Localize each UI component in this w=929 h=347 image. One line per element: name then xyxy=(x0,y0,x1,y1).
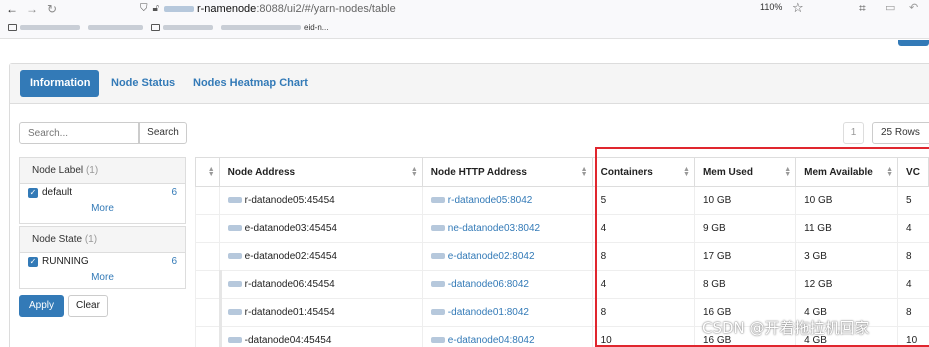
table-header-row: ▲ ▼ Node Address ▲ ▼ Node HTTP Address ▲ ▼ Co… xyxy=(195,157,929,187)
page-number[interactable]: 1 xyxy=(843,122,864,144)
sort-icon: ▲ ▼ xyxy=(784,166,792,178)
node-http-link[interactable]: -datanode06:8042 xyxy=(421,270,593,299)
redacted-host xyxy=(163,5,194,12)
mem-used-cell: 9 GB xyxy=(693,214,796,243)
node-http-link[interactable]: -datanode01:8042 xyxy=(421,298,593,327)
search-input[interactable] xyxy=(19,122,139,144)
apply-button[interactable]: Apply xyxy=(19,295,64,317)
extension-icon[interactable]: ⌗ xyxy=(859,1,866,16)
node-address: r-datanode06:45454 xyxy=(218,270,423,299)
back-icon[interactable]: ← xyxy=(2,2,22,16)
vcores-cell: 8 xyxy=(897,298,929,327)
table-row: r-datanode05:45454 r-datanode05:8042 5 1… xyxy=(195,186,929,215)
facet-title: Node Label (1) xyxy=(20,158,185,184)
forward-icon[interactable]: → xyxy=(22,2,42,16)
bookmark-label: eid-n... xyxy=(304,23,329,32)
sort-icon: ▲ ▼ xyxy=(580,166,588,178)
folder-icon xyxy=(151,24,160,31)
search-button[interactable]: Search xyxy=(139,122,187,144)
column-header-select[interactable]: ▲ ▼ xyxy=(195,157,220,187)
tab-information[interactable]: Information xyxy=(20,70,99,97)
node-http-link[interactable]: e-datanode04:8042 xyxy=(421,326,593,347)
containers-cell: 8 xyxy=(591,242,695,271)
mem-used-cell: 8 GB xyxy=(693,270,796,299)
csdn-watermark: CSDN @开着拖拉机回家 xyxy=(702,319,870,337)
sort-icon: ▲ ▼ xyxy=(683,166,690,178)
node-http-link[interactable]: e-datanode02:8042 xyxy=(421,242,593,271)
node-address: r-datanode05:45454 xyxy=(218,186,423,215)
column-header-containers[interactable]: Containers ▲ ▼ xyxy=(591,157,695,187)
facet-count: 6 xyxy=(171,256,177,267)
vcores-cell: 8 xyxy=(897,242,929,271)
facet-node-state: Node State (1) ✓ RUNNING 6 More xyxy=(19,226,186,289)
column-header-mem-available[interactable]: Mem Available ▲ ▼ xyxy=(795,157,899,187)
url-host: r-namenode xyxy=(196,2,257,15)
tab-node-status[interactable]: Node Status xyxy=(101,70,185,97)
address-bar[interactable]: ⛉ 🔓︎ r-namenode :8088/ui2/#/yarn-nodes/t… xyxy=(140,0,396,17)
vcores-cell: 4 xyxy=(897,214,929,243)
sort-icon: ▲ ▼ xyxy=(410,166,418,178)
mem-used-cell: 10 GB xyxy=(693,186,796,215)
more-link[interactable]: More xyxy=(20,271,185,287)
shield-icon: ⛉ xyxy=(140,3,148,14)
checkbox-checked-icon[interactable]: ✓ xyxy=(28,257,38,267)
checkbox-checked-icon[interactable]: ✓ xyxy=(28,188,38,198)
more-link[interactable]: More xyxy=(20,202,185,218)
sort-icon: ▲ ▼ xyxy=(886,166,894,178)
mem-available-cell: 12 GB xyxy=(795,270,898,299)
column-header-node-http-address[interactable]: Node HTTP Address ▲ ▼ xyxy=(421,157,593,187)
mem-available-cell: 10 GB xyxy=(795,186,898,215)
rows-per-page-select[interactable]: 25 Rows xyxy=(872,122,929,144)
tab-nodes-heatmap[interactable]: Nodes Heatmap Chart xyxy=(183,70,318,97)
node-address: e-datanode02:45454 xyxy=(218,242,423,271)
bookmark-item[interactable] xyxy=(8,24,80,31)
column-header-node-address[interactable]: Node Address ▲ ▼ xyxy=(218,157,423,187)
url-path: :8088/ui2/#/yarn-nodes/table xyxy=(256,2,396,15)
zoom-level[interactable]: 110% xyxy=(760,2,782,12)
facet-node-label: Node Label (1) ✓ default 6 More xyxy=(19,157,186,224)
vcores-cell: 10 xyxy=(897,326,929,347)
column-header-vcores[interactable]: VC xyxy=(897,157,929,187)
panel-header: Information Node Status Nodes Heatmap Ch… xyxy=(10,64,929,104)
vcores-cell: 4 xyxy=(897,270,929,299)
containers-cell: 10 xyxy=(591,326,695,347)
containers-cell: 4 xyxy=(591,270,695,299)
folder-icon xyxy=(8,24,17,31)
extension-icon-2[interactable]: ▭ xyxy=(885,1,895,14)
table-row: e-datanode03:45454 ne-datanode03:8042 4 … xyxy=(195,214,929,243)
containers-cell: 4 xyxy=(591,214,695,243)
bookmark-item[interactable] xyxy=(88,25,143,30)
vcores-cell: 5 xyxy=(897,186,929,215)
node-address: -datanode04:45454 xyxy=(218,326,423,347)
bookmark-item[interactable]: eid-n... xyxy=(221,23,328,32)
containers-cell: 5 xyxy=(591,186,695,215)
column-header-mem-used[interactable]: Mem Used ▲ ▼ xyxy=(693,157,797,187)
facet-option-default[interactable]: ✓ default 6 xyxy=(20,184,185,202)
bookmark-star-icon[interactable]: ☆ xyxy=(792,0,804,16)
bookmark-item[interactable] xyxy=(151,24,213,31)
node-http-link[interactable]: r-datanode05:8042 xyxy=(421,186,593,215)
bookmarks-bar: eid-n... xyxy=(0,17,929,39)
mem-available-cell: 3 GB xyxy=(795,242,898,271)
scroll-gutter xyxy=(219,270,222,347)
node-address: r-datanode01:45454 xyxy=(218,298,423,327)
node-http-link[interactable]: ne-datanode03:8042 xyxy=(421,214,593,243)
facet-title: Node State (1) xyxy=(20,227,185,253)
header-button-edge[interactable] xyxy=(898,40,929,46)
containers-cell: 8 xyxy=(591,298,695,327)
table-row: r-datanode06:45454 -datanode06:8042 4 8 … xyxy=(195,270,929,299)
node-address: e-datanode03:45454 xyxy=(218,214,423,243)
mem-used-cell: 17 GB xyxy=(693,242,796,271)
undo-icon[interactable]: ↶ xyxy=(909,1,918,14)
reload-icon[interactable]: ↻ xyxy=(42,2,62,16)
table-row: e-datanode02:45454 e-datanode02:8042 8 1… xyxy=(195,242,929,271)
mem-available-cell: 11 GB xyxy=(795,214,898,243)
sort-icon: ▲ ▼ xyxy=(207,166,215,178)
clear-button[interactable]: Clear xyxy=(68,295,108,317)
facet-count: 6 xyxy=(171,187,177,198)
lock-icon: 🔓︎ xyxy=(152,3,159,14)
facet-option-running[interactable]: ✓ RUNNING 6 xyxy=(20,253,185,271)
